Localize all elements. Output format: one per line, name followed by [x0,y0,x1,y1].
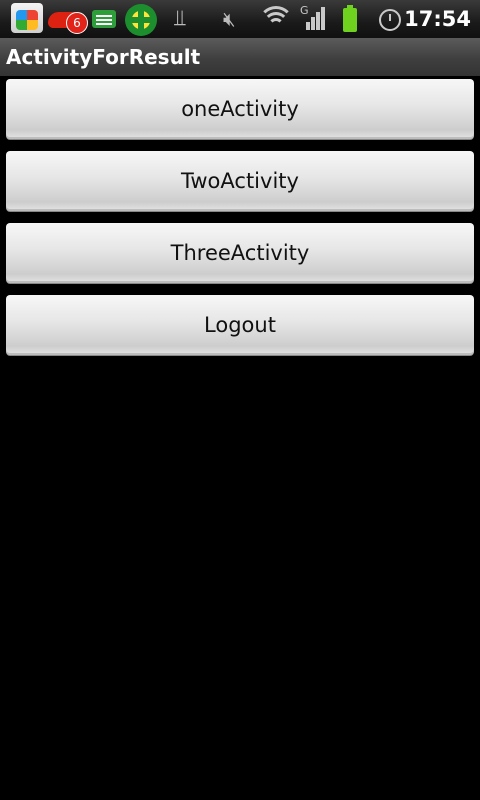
wifi-icon [258,4,294,34]
weibo-bird-icon: 6 [48,4,88,34]
app-store-icon [11,3,43,33]
security-plus-icon [125,4,159,36]
mute-icon: 🔇︎ [223,7,236,31]
status-clock: 17:54 [404,7,471,31]
two-activity-button[interactable]: TwoActivity [6,151,474,211]
signal-icon: G [300,4,328,34]
title-bar: ActivityForResult [0,38,480,76]
three-activity-button[interactable]: ThreeActivity [6,223,474,283]
battery-icon [341,4,359,34]
alarm-icon [377,4,403,34]
app-title: ActivityForResult [6,45,201,69]
network-type-label: G [300,4,309,17]
one-activity-button[interactable]: oneActivity [6,79,474,139]
logout-button[interactable]: Logout [6,295,474,355]
messages-icon [92,4,118,34]
notification-badge: 6 [66,12,88,34]
usb-icon: ⫫ [173,6,187,31]
status-bar: 6 ⫫ 🔇︎ G 17:54 [0,0,480,38]
